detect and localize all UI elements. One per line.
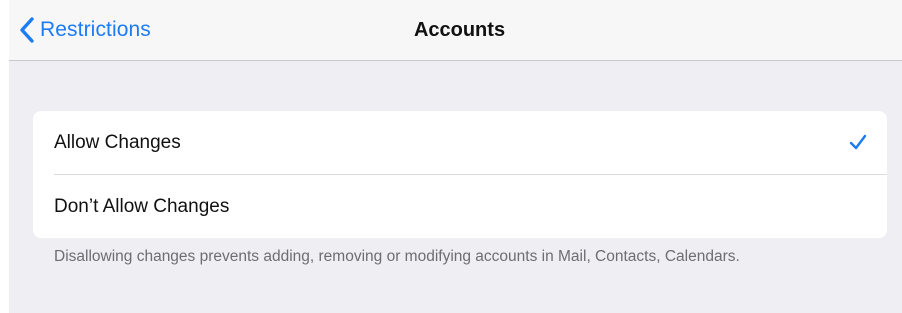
navigation-bar: Restrictions Accounts: [9, 0, 902, 61]
option-allow-changes[interactable]: Allow Changes: [33, 111, 887, 174]
accounts-settings-screen: Restrictions Accounts Allow Changes Don’…: [0, 0, 902, 313]
footer-note: Disallowing changes prevents adding, rem…: [54, 248, 740, 265]
option-label: Don’t Allow Changes: [54, 195, 230, 217]
options-group: Allow Changes Don’t Allow Changes: [33, 111, 887, 238]
option-dont-allow-changes[interactable]: Don’t Allow Changes: [33, 175, 887, 238]
settings-content: Allow Changes Don’t Allow Changes Disall…: [9, 61, 902, 313]
checkmark-icon: [849, 133, 867, 151]
option-label: Allow Changes: [54, 131, 181, 153]
page-title: Accounts: [413, 19, 506, 41]
